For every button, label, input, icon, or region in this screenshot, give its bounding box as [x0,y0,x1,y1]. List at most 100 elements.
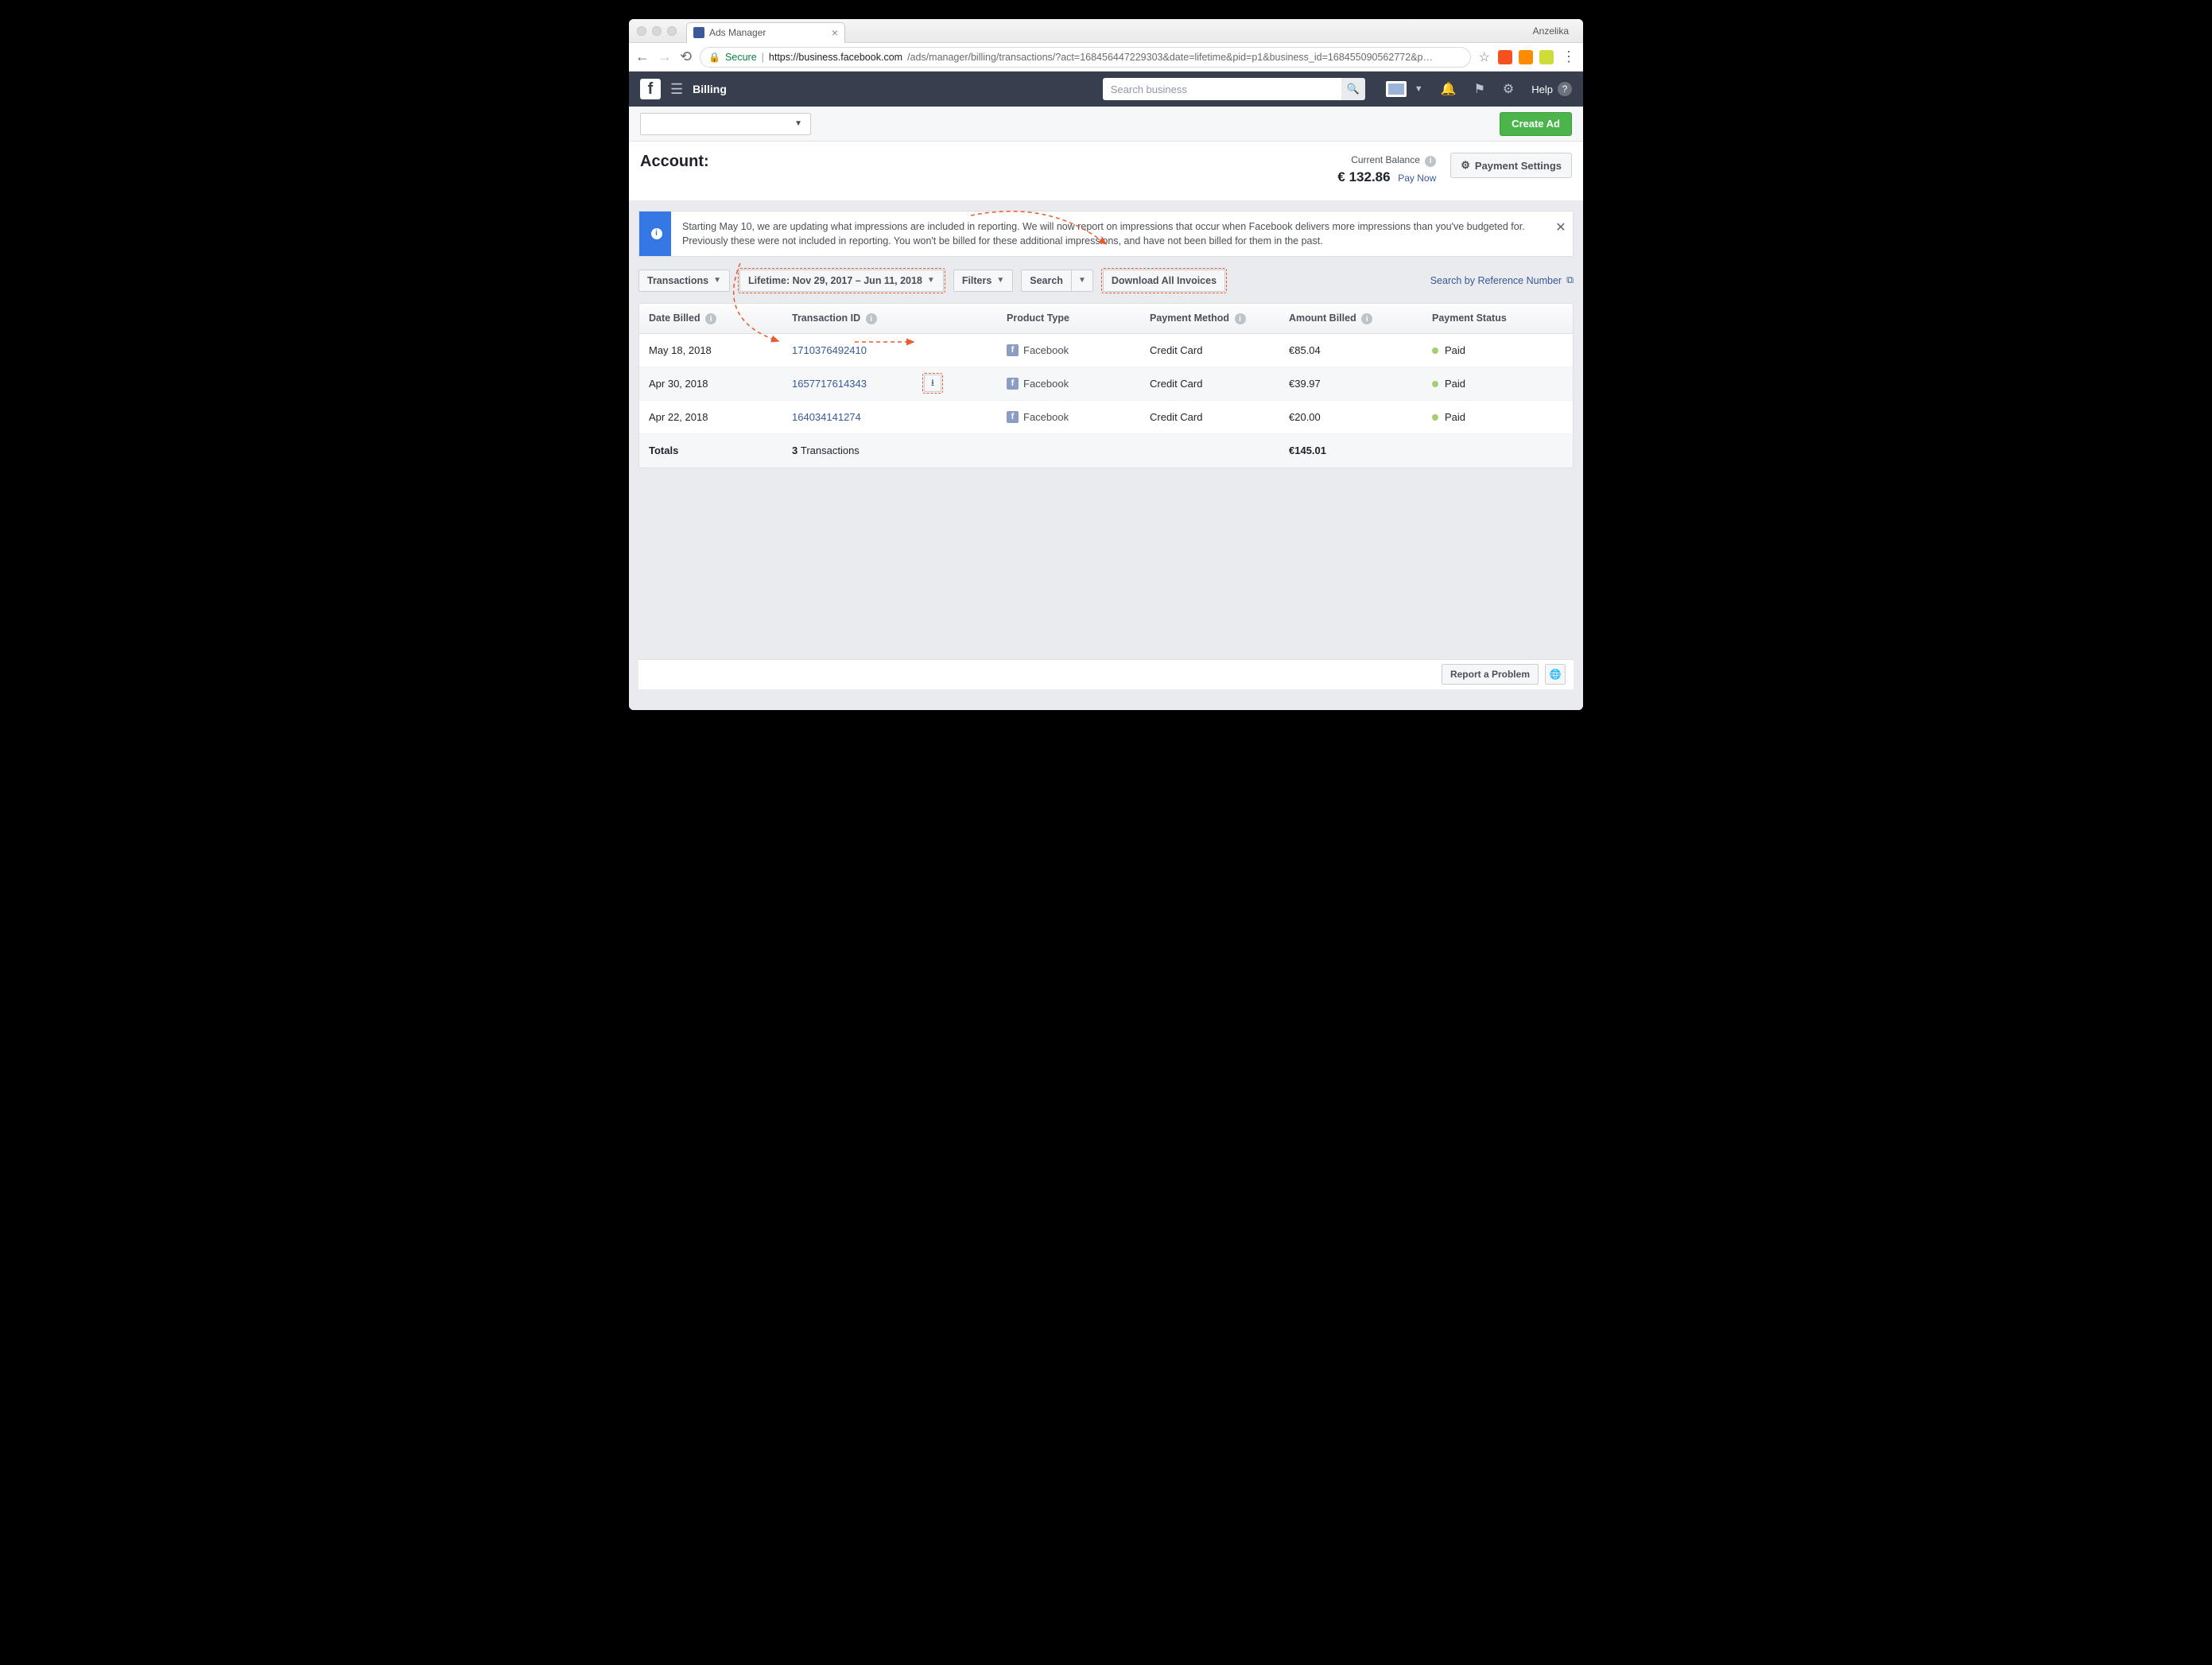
download-invoice-button[interactable]: ⭳ [924,375,941,392]
transaction-id-link[interactable]: 164034141274 [792,411,861,423]
cell-method: Credit Card [1150,344,1289,356]
maximize-window[interactable] [667,26,677,36]
create-ad-label: Create Ad [1512,118,1560,130]
table-row[interactable]: Apr 30, 20181657717614343⭳fFacebookCredi… [639,367,1573,401]
chevron-down-icon: ▼ [927,276,935,285]
business-switcher-icon[interactable] [1386,81,1407,97]
col-txid: Transaction ID [792,312,860,324]
cell-method: Credit Card [1150,411,1289,423]
reload-button[interactable]: ⟲ [680,49,692,65]
status-dot-icon [1432,381,1438,387]
address-bar-row: ← → ⟲ 🔒 Secure | https://business.facebo… [629,43,1583,72]
chevron-down-icon[interactable]: ▼ [1415,84,1423,94]
payment-settings-button[interactable]: ⚙ Payment Settings [1450,153,1572,178]
annotation-download-icon: ⭳ [922,373,943,394]
secure-label: Secure [725,52,757,63]
table-row[interactable]: May 18, 20181710376492410fFacebookCredit… [639,334,1573,367]
facebook-favicon [693,27,704,38]
facebook-product-icon: f [1007,344,1019,356]
notifications-icon[interactable]: 🔔 [1441,81,1457,97]
window-controls [637,26,677,36]
info-banner-close[interactable]: ✕ [1549,212,1573,256]
col-amount: Amount Billed [1289,312,1356,324]
external-link-icon: ⧉ [1566,274,1574,286]
globe-icon: 🌐 [1550,669,1562,680]
info-banner: i Starting May 10, we are updating what … [638,211,1574,257]
cell-status: Paid [1432,411,1563,423]
search-by-reference-link[interactable]: Search by Reference Number ⧉ [1430,274,1574,286]
search-input[interactable] [1103,78,1341,100]
cell-amount: €85.04 [1289,344,1432,356]
search-dropdown[interactable]: ▼ [1071,270,1093,292]
date-range-dropdown[interactable]: Lifetime: Nov 29, 2017 – Jun 11, 2018 ▼ [739,270,944,292]
tab-close-icon[interactable]: × [832,26,838,39]
transactions-table: Date Billed i Transaction ID i Product T… [638,303,1574,468]
business-search: 🔍 [1103,78,1365,100]
extension-icon[interactable] [1519,50,1533,64]
account-dropdown[interactable]: ▼ [640,113,811,135]
info-icon[interactable]: i [866,313,877,324]
search-label: Search [1030,275,1063,286]
cell-method: Credit Card [1150,378,1289,390]
forward-button[interactable]: → [658,49,672,65]
settings-gear-icon[interactable]: ⚙ [1503,81,1514,97]
browser-tab[interactable]: Ads Manager × [686,22,845,43]
close-window[interactable] [637,26,646,36]
transaction-id-link[interactable]: 1710376492410 [792,344,867,356]
facebook-product-icon: f [1007,378,1019,390]
totals-label: Totals [649,444,792,456]
account-header: Account: Current Balance i € 132.86 Pay … [629,142,1583,201]
totals-count: 3 [792,444,797,456]
globe-button[interactable]: 🌐 [1545,664,1566,685]
download-icon: ⭳ [931,375,934,392]
chevron-down-icon: ▼ [794,119,802,128]
info-icon[interactable]: i [1235,313,1246,324]
transaction-id-link[interactable]: 1657717614343 [792,378,867,390]
filters-dropdown[interactable]: Filters ▼ [953,270,1013,292]
facebook-logo[interactable]: f [640,79,661,99]
extension-icon[interactable] [1539,50,1554,64]
chevron-down-icon: ▼ [713,276,721,285]
download-all-invoices-button[interactable]: Download All Invoices [1103,270,1225,292]
help-menu[interactable]: Help ? [1531,82,1572,96]
table-row[interactable]: Apr 22, 2018164034141274fFacebookCredit … [639,401,1573,434]
extension-icons [1498,50,1554,64]
col-product: Product Type [1007,312,1069,324]
cell-amount: €39.97 [1289,378,1432,390]
minimize-window[interactable] [652,26,662,36]
window-titlebar: Ads Manager × Anzelika [629,19,1583,43]
info-icon[interactable]: i [1361,313,1372,324]
transactions-dropdown[interactable]: Transactions ▼ [638,270,730,292]
flag-icon[interactable]: ⚑ [1474,81,1485,97]
fb-topbar: f ☰ Billing 🔍 ▼ 🔔 ⚑ ⚙ Help ? [629,72,1583,107]
info-icon[interactable]: i [705,313,716,324]
cell-status: Paid [1432,344,1563,356]
search-button[interactable]: 🔍 [1341,78,1365,100]
browser-profile[interactable]: Anzelika [1533,25,1575,37]
create-ad-button[interactable]: Create Ad [1500,112,1572,136]
cell-date: Apr 22, 2018 [649,411,792,423]
status-dot-icon [1432,414,1438,421]
hamburger-icon[interactable]: ☰ [670,81,683,98]
browser-menu-icon[interactable]: ⋮ [1562,49,1577,65]
search-button[interactable]: Search [1021,270,1071,292]
cell-date: May 18, 2018 [649,344,792,356]
annotation-download-all: Download All Invoices [1101,268,1227,293]
chevron-down-icon: ▼ [996,276,1004,285]
tab-title: Ads Manager [709,27,766,38]
bookmark-star-icon[interactable]: ☆ [1479,49,1490,65]
chevron-down-icon: ▼ [1078,276,1086,285]
extension-icon[interactable] [1498,50,1512,64]
table-totals-row: Totals 3 Transactions €145.01 [639,434,1573,468]
lock-icon: 🔒 [708,52,720,63]
totals-suffix: Transactions [801,444,860,456]
back-button[interactable]: ← [635,49,650,65]
address-bar[interactable]: 🔒 Secure | https://business.facebook.com… [700,47,1471,68]
report-problem-button[interactable]: Report a Problem [1442,664,1539,685]
balance-amount: € 132.86 [1337,169,1390,184]
section-title: Billing [693,83,727,95]
filter-toolbar: Transactions ▼ Lifetime: Nov 29, 2017 – … [638,268,1574,293]
page-footer: Report a Problem 🌐 [638,659,1574,689]
info-icon[interactable]: i [1425,156,1436,167]
pay-now-link[interactable]: Pay Now [1398,173,1436,184]
